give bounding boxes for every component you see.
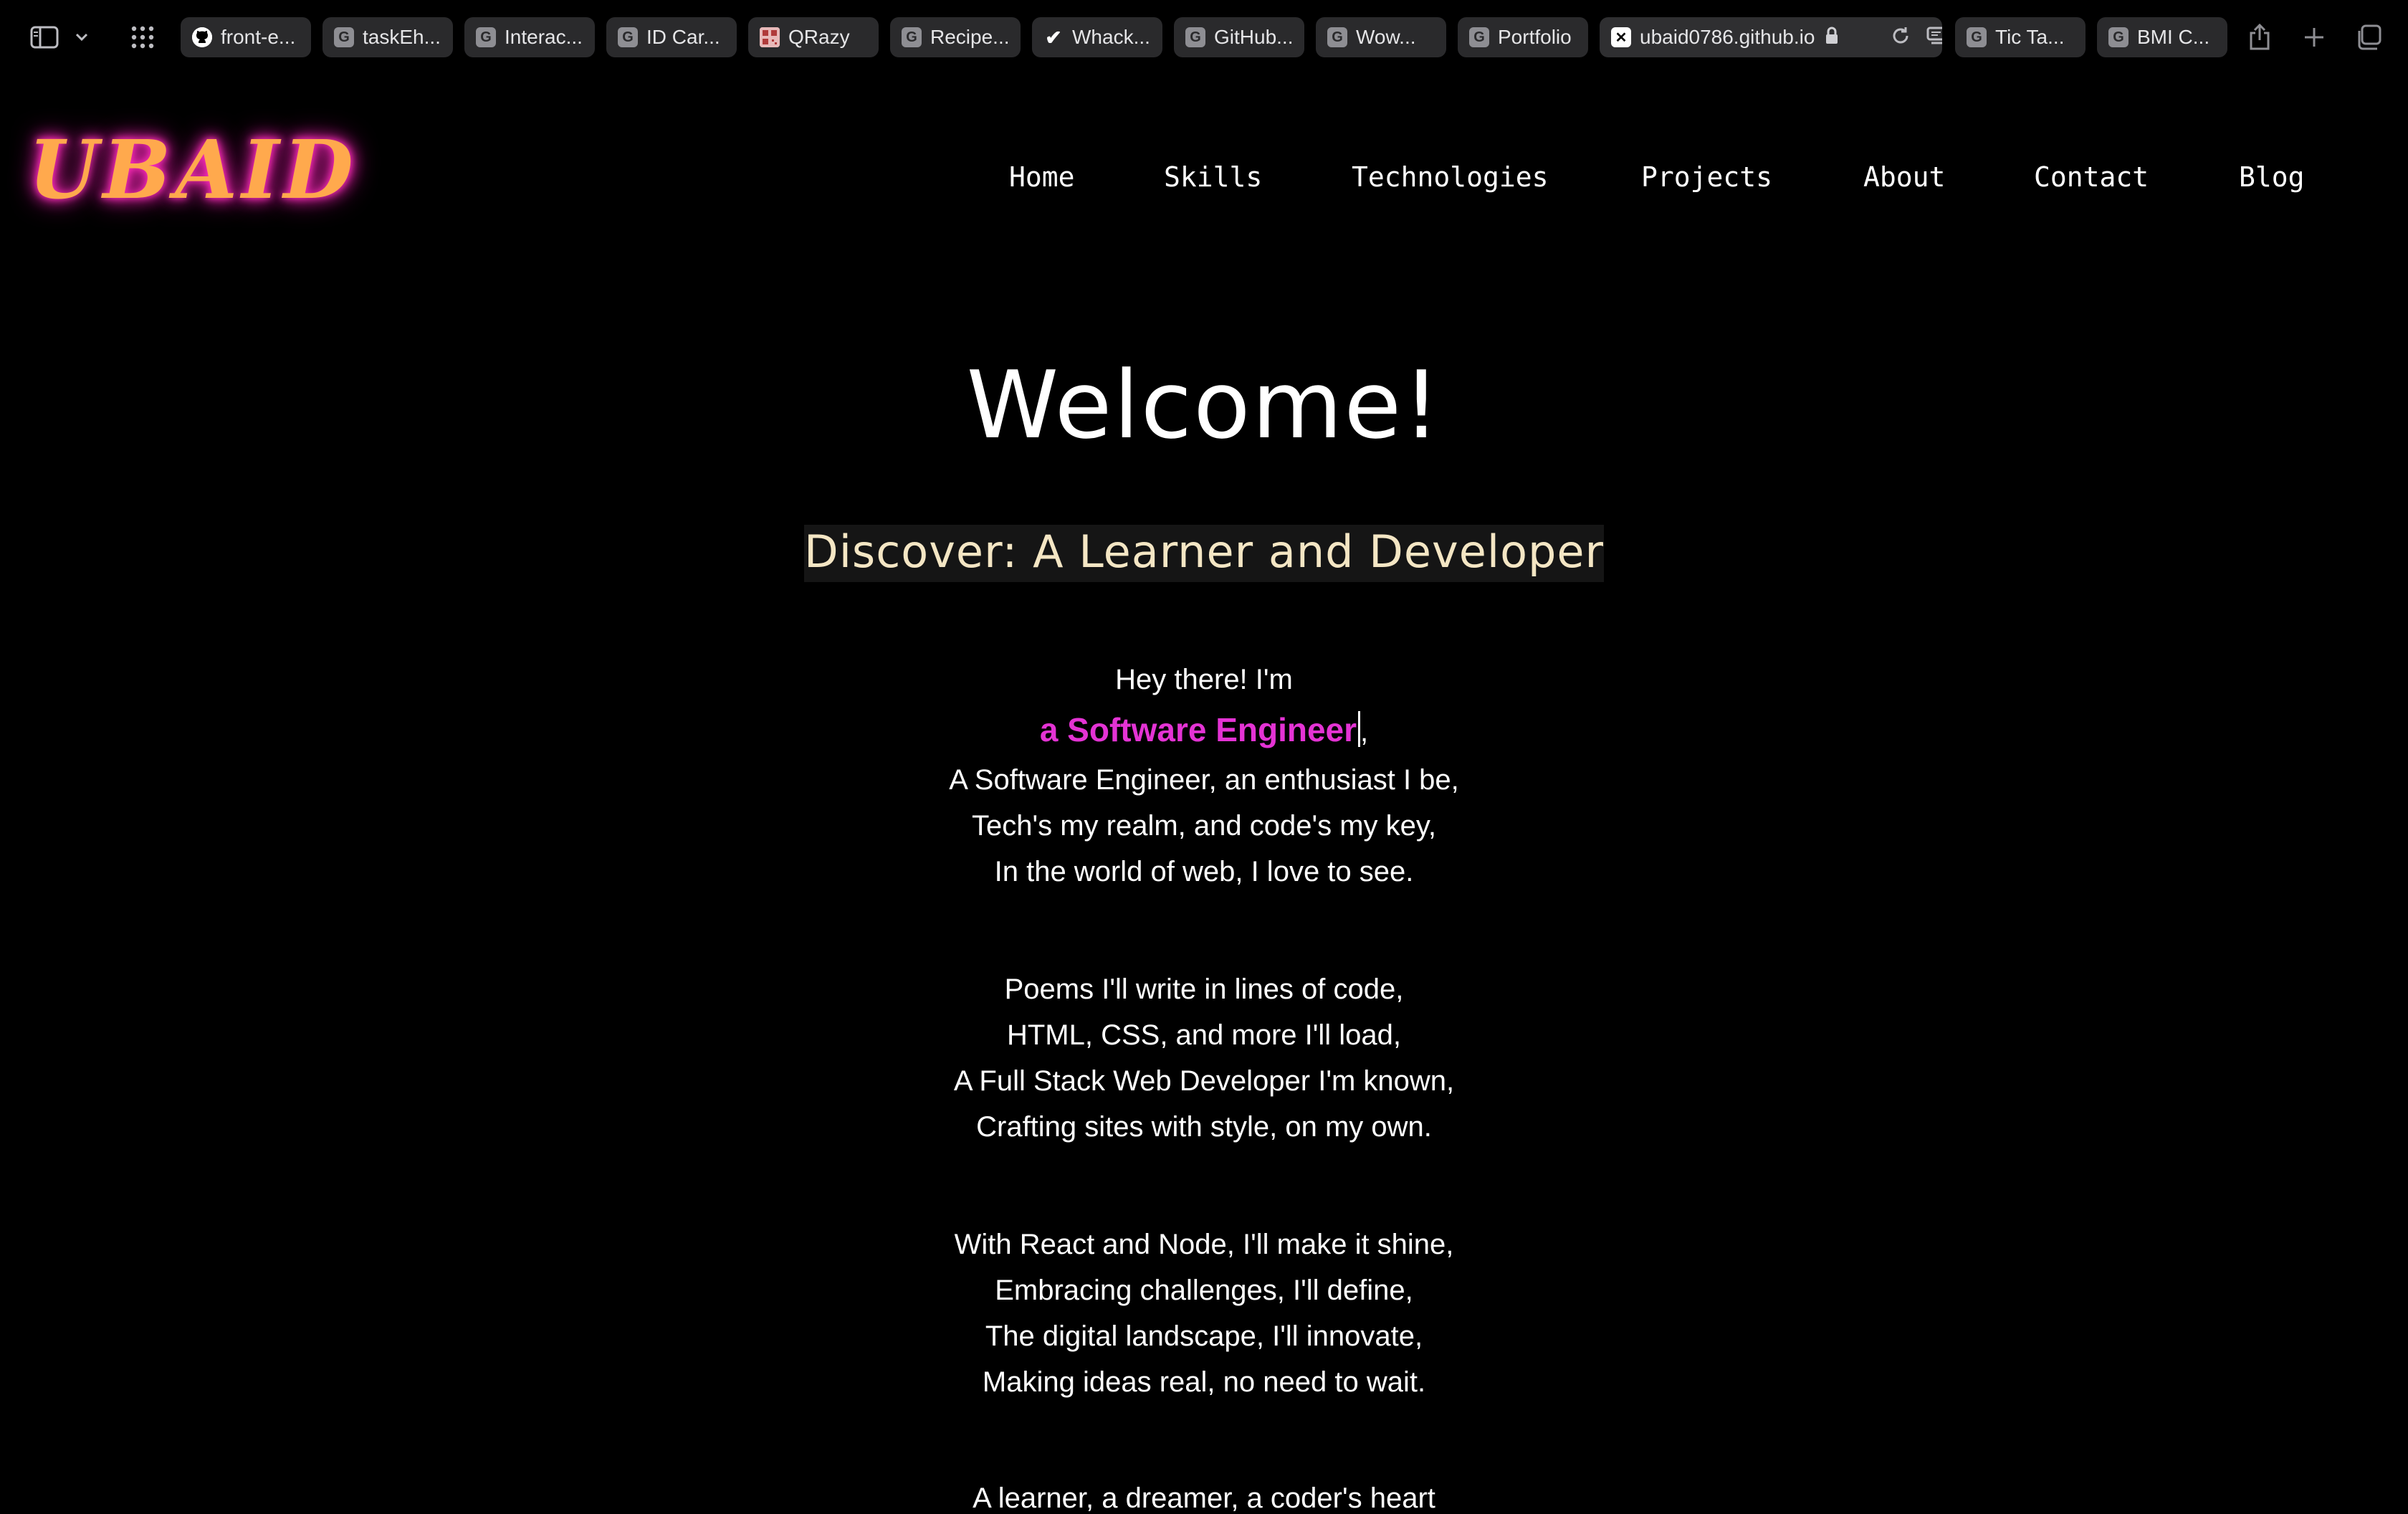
github-icon [192, 27, 212, 47]
tab-title: Tic Ta... [1995, 26, 2065, 48]
poem-line: The digital landscape, I'll innovate, [985, 1320, 1423, 1352]
tab-title: Whack... [1072, 26, 1150, 48]
tab-actions [1815, 26, 1942, 49]
tab-overview-grid-icon[interactable] [126, 19, 159, 56]
qr-favicon-icon [760, 27, 780, 47]
g-favicon-icon: G [1327, 27, 1347, 47]
reader-view-icon[interactable] [1926, 26, 1942, 49]
tab-title: Portfolio [1498, 26, 1572, 48]
new-tab-plus-icon[interactable] [2298, 19, 2331, 56]
tab-title: front-e... [221, 26, 296, 48]
g-favicon-icon: G [1967, 27, 1987, 47]
browser-tab[interactable]: G GitHub... [1174, 17, 1304, 57]
poem-line: A Full Stack Web Developer I'm known, [953, 1065, 1455, 1097]
browser-tab[interactable]: G BMI C... [2097, 17, 2227, 57]
tab-title: Wow... [1356, 26, 1416, 48]
poem-line: In the world of web, I love to see. [994, 856, 1414, 887]
browser-tab[interactable]: front-e... [181, 17, 311, 57]
browser-tab-active[interactable]: ✕ ubaid0786.github.io [1600, 17, 1942, 57]
poem-line: HTML, CSS, and more I'll load, [1006, 1019, 1402, 1051]
tab-overview-icon[interactable] [2351, 19, 2386, 56]
g-favicon-icon: G [902, 27, 922, 47]
browser-tab[interactable]: G ID Car... [606, 17, 737, 57]
nav-link-contact[interactable]: Contact [2034, 163, 2149, 191]
browser-tab[interactable]: G Wow... [1316, 17, 1446, 57]
browser-tab[interactable]: G Interac... [464, 17, 595, 57]
nav-link-about[interactable]: About [1863, 163, 1945, 191]
g-favicon-icon: G [618, 27, 638, 47]
nav-link-skills[interactable]: Skills [1164, 163, 1262, 191]
sidebar-toggle-icon[interactable] [26, 19, 63, 56]
site-logo[interactable]: UBAID [29, 130, 358, 211]
lock-icon [1825, 27, 1839, 49]
tab-title: QRazy [788, 26, 850, 48]
x-favicon-icon: ✕ [1611, 27, 1631, 47]
role-line: a Software Engineer, [0, 711, 2408, 747]
tab-title: GitHub... [1214, 26, 1294, 48]
poem-line: Tech's my realm, and code's my key, [971, 810, 1437, 842]
g-favicon-icon: G [476, 27, 496, 47]
chevron-down-icon[interactable] [70, 19, 93, 56]
poem-line: Crafting sites with style, on my own. [976, 1111, 1432, 1143]
browser-tab[interactable]: G Tic Ta... [1955, 17, 2086, 57]
tab-title: taskEh... [363, 26, 441, 48]
check-favicon-icon: ✔ [1045, 26, 1062, 49]
browser-toolbar: front-e... G taskEh... G Interac... G ID… [0, 0, 2408, 75]
browser-tab[interactable]: G Portfolio [1458, 17, 1588, 57]
page-title: Welcome! [966, 351, 1442, 460]
nav-link-blog[interactable]: Blog [2239, 163, 2305, 191]
page-subtitle: Discover: A Learner and Developer [803, 525, 1605, 583]
greeting-text: Hey there! I'm [1115, 664, 1293, 695]
role-suffix: , [1360, 716, 1369, 748]
poem-line: Embracing challenges, I'll define, [995, 1275, 1413, 1306]
nav-link-technologies[interactable]: Technologies [1352, 163, 1549, 191]
tab-title: Interac... [505, 26, 583, 48]
reload-icon[interactable] [1891, 26, 1911, 49]
browser-tab[interactable]: G Recipe... [890, 17, 1021, 57]
browser-tab[interactable]: QRazy [748, 17, 879, 57]
g-favicon-icon: G [2108, 27, 2128, 47]
browser-tab[interactable]: G taskEh... [322, 17, 453, 57]
share-icon[interactable] [2243, 19, 2276, 56]
subtitle-wrap: Discover: A Learner and Developer [0, 525, 2408, 583]
poem-line: Making ideas real, no need to wait. [982, 1366, 1426, 1398]
tab-address: ubaid0786.github.io [1640, 26, 1815, 48]
typed-role-text: a Software Engineer [1039, 711, 1357, 748]
tab-title: Recipe... [930, 26, 1010, 48]
g-favicon-icon: G [1185, 27, 1205, 47]
poem-line: Poems I'll write in lines of code, [1004, 973, 1404, 1005]
poem-line: With React and Node, I'll make it shine, [954, 1229, 1454, 1260]
nav-link-projects[interactable]: Projects [1641, 163, 1772, 191]
tab-title: ID Car... [646, 26, 720, 48]
poem-line: A Software Engineer, an enthusiast I be, [949, 764, 1459, 796]
tab-title: BMI C... [2137, 26, 2210, 48]
g-favicon-icon: G [1469, 27, 1489, 47]
nav-link-home[interactable]: Home [1009, 163, 1075, 191]
browser-tab[interactable]: ✔ Whack... [1032, 17, 1162, 57]
poem-line: A learner, a dreamer, a coder's heart [973, 1482, 1435, 1514]
g-favicon-icon: G [334, 27, 354, 47]
